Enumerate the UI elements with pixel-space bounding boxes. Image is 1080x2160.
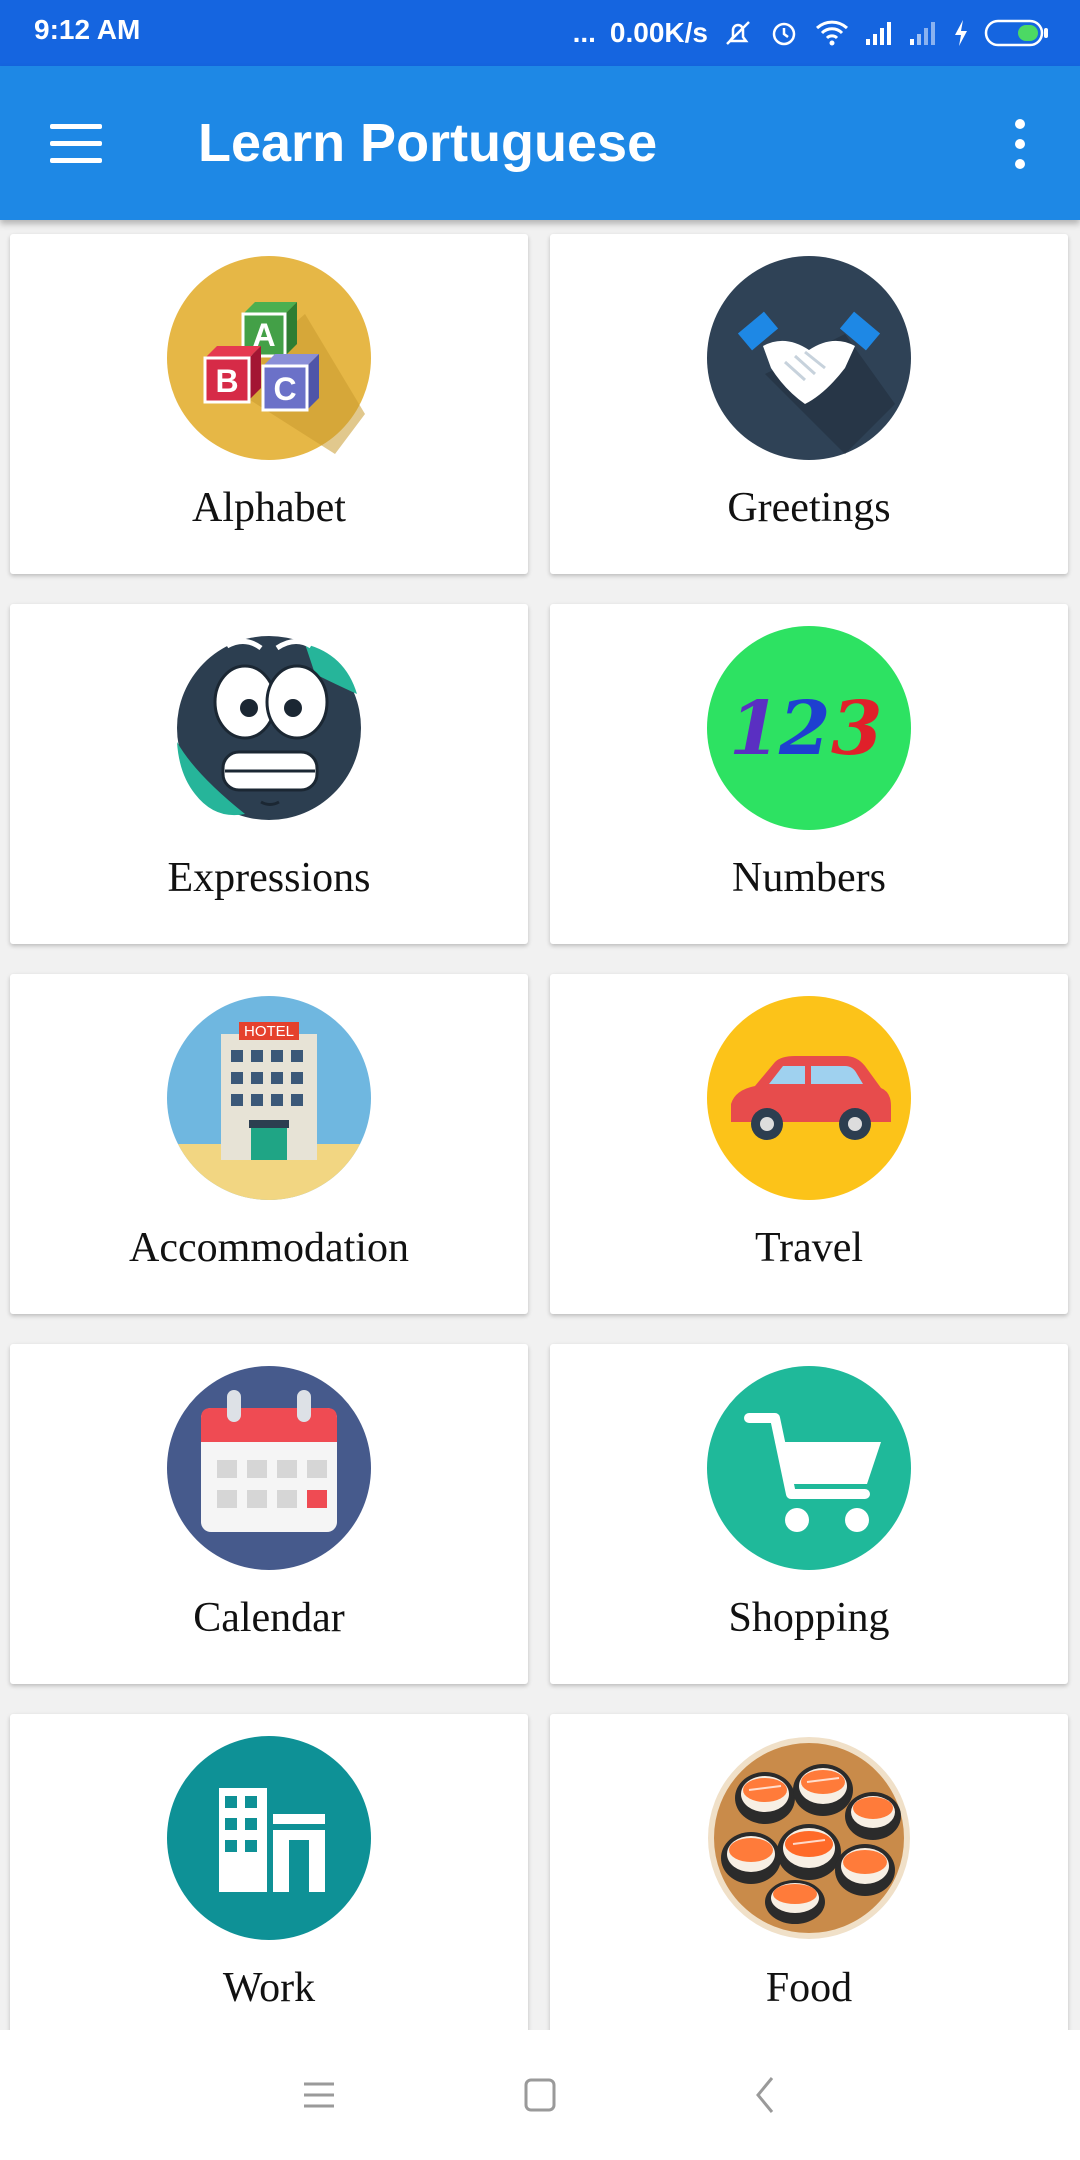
home-button[interactable] <box>510 2070 570 2120</box>
alarm-icon <box>768 17 800 49</box>
numbers-123-icon: 1 2 3 <box>705 624 913 832</box>
overflow-dots: ... <box>572 17 596 48</box>
back-button[interactable] <box>736 2070 796 2120</box>
abc-blocks-icon: A B C <box>165 254 373 462</box>
more-vert-icon <box>1015 119 1025 169</box>
net-speed: 0.00K/s <box>609 17 708 48</box>
wifi-icon <box>814 17 850 49</box>
category-label: Food <box>765 1965 853 2011</box>
category-label: Travel <box>754 1225 864 1271</box>
recent-apps-icon <box>304 2082 334 2108</box>
category-card-greetings[interactable]: Greetings <box>550 234 1068 574</box>
category-card-food[interactable]: Food <box>550 1714 1068 2030</box>
home-icon <box>524 2078 556 2112</box>
svg-text:2: 2 <box>778 686 831 772</box>
hotel-sign: HOTEL <box>244 1023 294 1040</box>
back-icon <box>756 2077 774 2113</box>
category-label: Work <box>222 1965 316 2011</box>
handshake-icon <box>705 254 913 462</box>
status-time: 9:12 AM <box>34 14 141 45</box>
category-card-numbers[interactable]: 1 2 3 Numbers <box>550 604 1068 944</box>
shopping-cart-icon <box>705 1364 913 1572</box>
category-card-accommodation[interactable]: HOTEL Accommodation <box>10 974 528 1314</box>
category-label: Expressions <box>167 855 371 901</box>
face-globe-icon <box>165 624 373 832</box>
sushi-icon <box>705 1734 913 1942</box>
status-bar: 9:12 AM ... 0.00K/s <box>0 0 1080 66</box>
category-label: Calendar <box>193 1595 345 1641</box>
category-card-shopping[interactable]: Shopping <box>550 1344 1068 1684</box>
office-building-icon <box>165 1734 373 1942</box>
category-label: Greetings <box>727 485 891 531</box>
svg-text:1: 1 <box>729 686 781 772</box>
app-title: Learn Portuguese <box>198 113 658 173</box>
hamburger-menu-icon <box>50 124 102 163</box>
svg-text:B: B <box>215 363 238 399</box>
category-card-work[interactable]: Work <box>10 1714 528 2030</box>
signal-icon <box>908 19 938 47</box>
category-label: Shopping <box>728 1595 890 1641</box>
signal-icon <box>864 19 894 47</box>
battery-icon <box>984 18 1050 48</box>
recent-apps-button[interactable] <box>288 2070 348 2120</box>
svg-text:C: C <box>273 371 296 407</box>
calendar-icon <box>165 1364 373 1572</box>
category-card-calendar[interactable]: Calendar <box>10 1344 528 1684</box>
category-card-expressions[interactable]: Expressions <box>10 604 528 944</box>
mute-icon <box>722 17 754 49</box>
category-grid: A B C Alphabet Greetings Expressions 1 2… <box>0 220 1080 2030</box>
category-label: Numbers <box>732 855 886 901</box>
menu-button[interactable] <box>40 116 112 172</box>
category-card-alphabet[interactable]: A B C Alphabet <box>10 234 528 574</box>
charging-icon <box>952 18 970 48</box>
hotel-icon: HOTEL <box>165 994 373 1202</box>
status-icons: ... 0.00K/s <box>573 10 1050 56</box>
app-bar: Learn Portuguese <box>0 66 1080 220</box>
category-label: Accommodation <box>129 1225 409 1271</box>
svg-text:3: 3 <box>831 686 883 772</box>
category-card-travel[interactable]: Travel <box>550 974 1068 1314</box>
more-options-button[interactable] <box>1000 114 1040 174</box>
category-label: Alphabet <box>192 485 346 531</box>
system-nav-bar <box>0 2030 1080 2160</box>
car-icon <box>705 994 913 1202</box>
